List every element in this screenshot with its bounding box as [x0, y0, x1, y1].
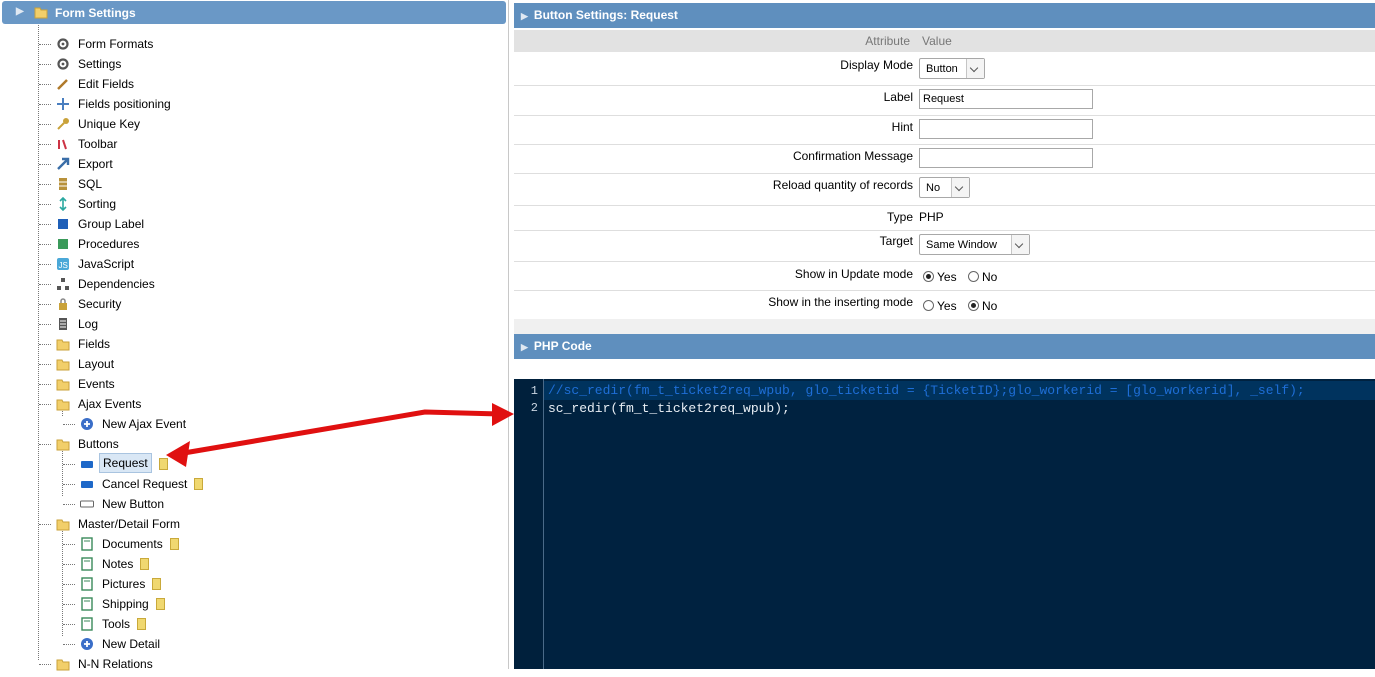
annotation-arrow — [166, 403, 514, 467]
